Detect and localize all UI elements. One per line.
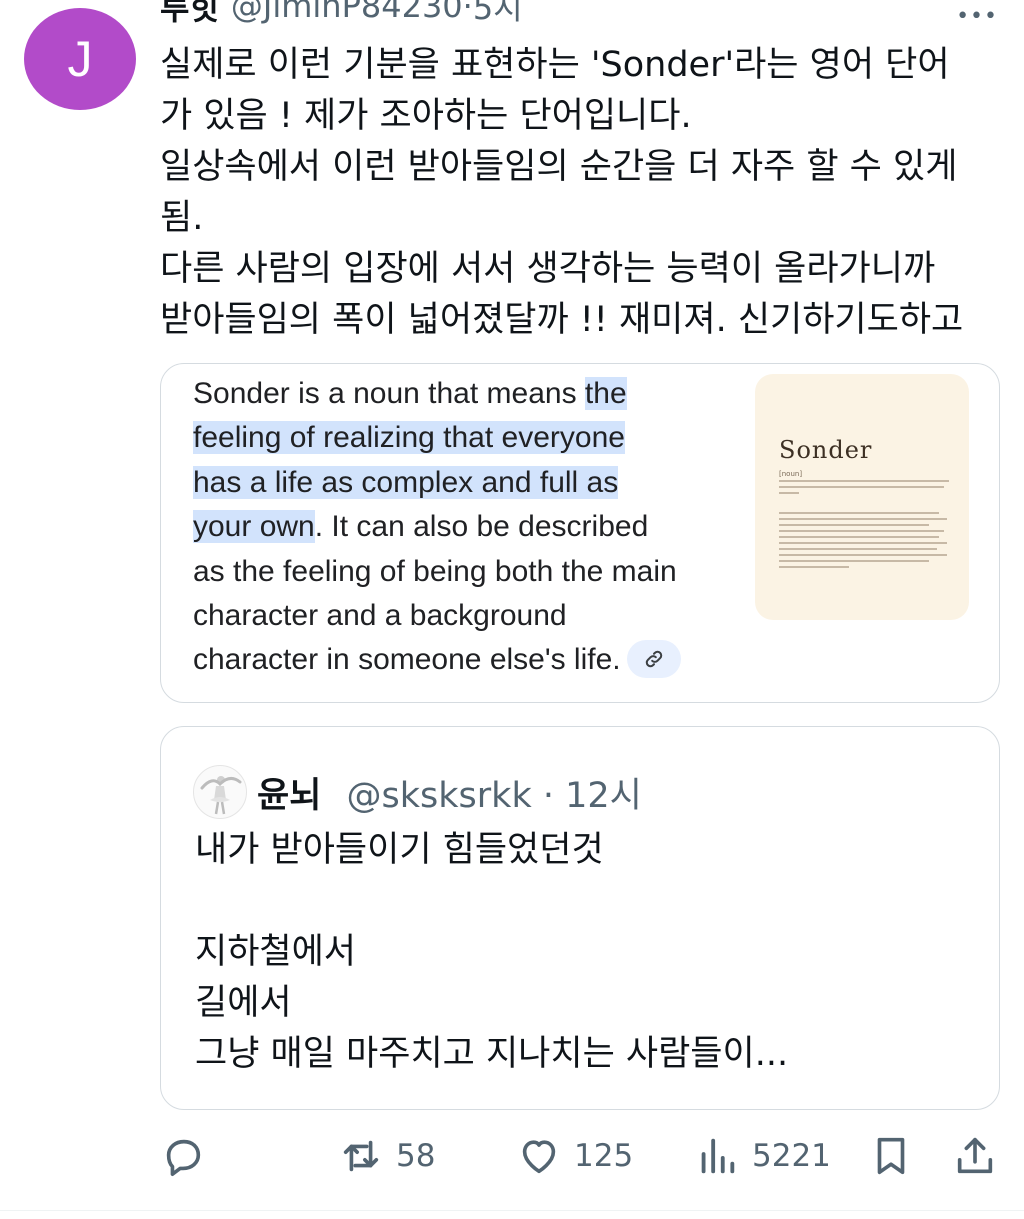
definition-highlight: your own — [193, 510, 315, 544]
share-icon — [957, 1137, 993, 1174]
definition-text-segment: character and a background — [193, 599, 567, 633]
quoted-tweet-card[interactable]: 윤뇌 @sksksrkk · 12시 내가 받아들이기 힘들었던것 지하철에서 … — [160, 726, 1000, 1110]
bookmark-icon — [877, 1137, 905, 1175]
tweet-text-line: 가 있음 ! 제가 조아하는 단어입니다. — [160, 96, 692, 136]
action-bar: 58 125 5221 — [0, 1128, 1024, 1184]
definition-text-segment: character in someone else's life. — [193, 643, 621, 677]
quoted-header: 윤뇌 @sksksrkk · 12시 — [257, 767, 642, 818]
quoted-separator: · — [542, 776, 554, 816]
retweet-icon — [343, 1140, 379, 1172]
definition-highlight: the — [584, 377, 627, 410]
tweet-header: 루힛 @JiminP84230 · 5시 — [160, 0, 523, 29]
share-button[interactable] — [952, 1128, 998, 1184]
link-preview-card[interactable]: Sonder is a noun that means the feeling … — [160, 363, 1000, 703]
author-handle[interactable]: @JiminP84230 — [231, 0, 463, 25]
quoted-text-line: 그냥 매일 마주치고 지나치는 사람들이... — [195, 1034, 789, 1074]
more-options-button[interactable]: ••• — [956, 4, 998, 29]
link-chip-button[interactable] — [626, 639, 681, 678]
reply-icon — [166, 1139, 201, 1177]
tweet-text-line: 됨. — [160, 198, 204, 238]
tweet-text-line: 실제로 이런 기분을 표현하는 'Sonder'라는 영어 단어 — [160, 45, 950, 85]
tweet-time[interactable]: 5시 — [473, 0, 523, 29]
tweet-text: 실제로 이런 기분을 표현하는 'Sonder'라는 영어 단어 가 있음 ! … — [160, 40, 1010, 346]
author-avatar[interactable]: J — [24, 8, 136, 110]
quoted-text: 내가 받아들이기 힘들었던것 지하철에서 길에서 그냥 매일 마주치고 지나치는… — [195, 825, 788, 1080]
definition-thumbnail[interactable]: Sonder [noun] — [755, 374, 969, 620]
quoted-author-name[interactable]: 윤뇌 — [257, 776, 321, 816]
like-button[interactable]: 125 — [516, 1128, 633, 1184]
definition-highlight: has a life as complex and full as — [193, 465, 619, 499]
views-chart-icon — [701, 1138, 735, 1174]
quoted-text-line: 길에서 — [195, 983, 292, 1023]
like-count: 125 — [574, 1138, 634, 1174]
thumbnail-title: Sonder — [779, 436, 873, 464]
views-count: 5221 — [752, 1138, 831, 1174]
heart-icon — [522, 1140, 556, 1174]
quoted-text-line: 내가 받아들이기 힘들었던것 — [195, 830, 604, 870]
tweet-text-line: 일상속에서 이런 받아들임의 순간을 더 자주 할 수 있게 — [160, 147, 958, 187]
thumbnail-text-lines — [779, 480, 949, 498]
definition-text: Sonder is a noun that means the feeling … — [193, 372, 753, 683]
thumbnail-part-of-speech: [noun] — [779, 470, 803, 478]
definition-text-segment: . It can also be described — [314, 510, 649, 544]
definition-text-segment: Sonder is a noun that means — [193, 377, 585, 410]
retweet-button[interactable]: 58 — [338, 1128, 435, 1184]
header-separator: · — [462, 0, 473, 25]
definition-highlight: feeling of realizing that everyone — [193, 421, 625, 455]
ballerina-avatar-icon — [200, 776, 242, 815]
quoted-text-line: 지하철에서 — [195, 932, 357, 972]
tweet-text-line: 다른 사람의 입장에 서서 생각하는 능력이 올라가니까 — [160, 249, 936, 289]
quoted-author-handle[interactable]: @sksksrkk — [347, 776, 532, 816]
bookmark-button[interactable] — [868, 1128, 914, 1184]
reply-button[interactable] — [160, 1128, 206, 1184]
views-button[interactable]: 5221 — [694, 1128, 831, 1184]
avatar-letter: J — [67, 31, 93, 87]
divider — [0, 1210, 1024, 1211]
quoted-text-line — [195, 876, 788, 927]
quoted-author-avatar[interactable] — [193, 765, 247, 819]
tweet-text-line: 받아들임의 폭이 넓어졌달까 !! 재미져. 신기하기도하고 — [160, 300, 964, 340]
definition-text-segment: as the feeling of being both the main — [193, 554, 677, 588]
quoted-time[interactable]: 12시 — [565, 776, 642, 816]
link-icon — [645, 650, 662, 667]
thumbnail-text-lines — [779, 512, 949, 572]
author-name[interactable]: 루힛 — [160, 0, 219, 29]
retweet-count: 58 — [396, 1138, 436, 1174]
